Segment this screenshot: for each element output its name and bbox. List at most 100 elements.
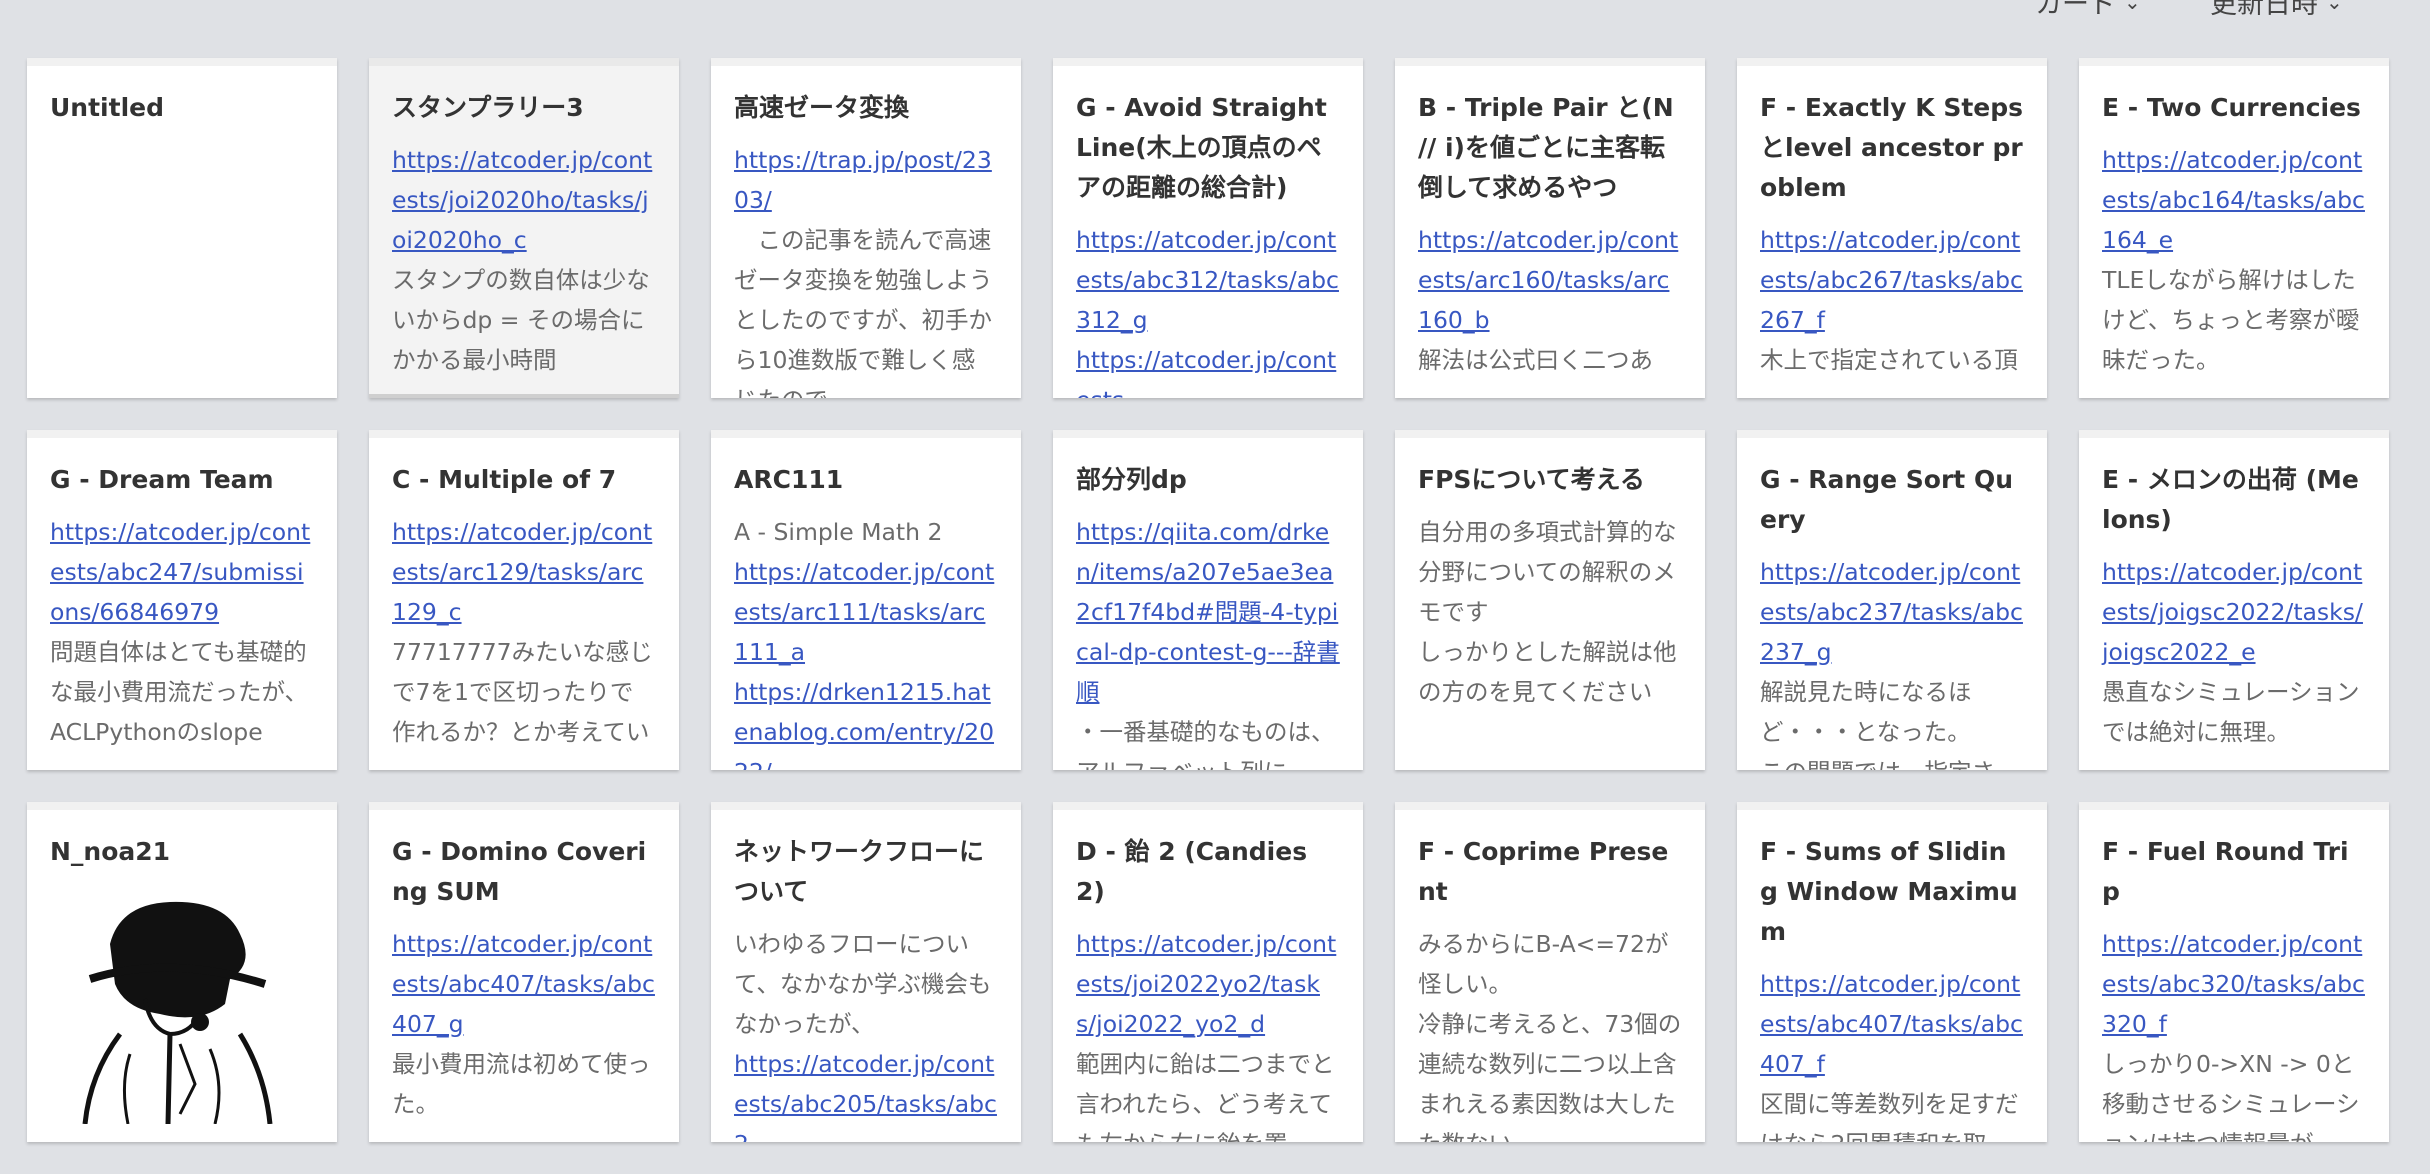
card-text: 木上で指定されている頂 bbox=[1760, 346, 2018, 374]
note-card[interactable]: E - メロンの出荷 (Melons) https://atcoder.jp/co… bbox=[2079, 430, 2389, 770]
card-paragraph: https://atcoder.jp/contests/abc312/tasks… bbox=[1076, 220, 1340, 340]
note-card[interactable]: E - Two Currencies https://atcoder.jp/con… bbox=[2079, 58, 2389, 398]
card-link[interactable]: https://atcoder.jp/contests/abc320/tasks… bbox=[2102, 930, 2365, 1038]
card-text: みるからにB-A<=72が怪しい。 bbox=[1418, 930, 1669, 998]
card-paragraph: https://trap.jp/post/2303/ bbox=[734, 140, 998, 220]
note-card[interactable]: F - Sums of Sliding Window Maximum https:… bbox=[1737, 802, 2047, 1142]
card-body: 自分用の多項式計算的な分野についての解釈のメモですしっかりとした解説は他の方のを… bbox=[1418, 512, 1682, 712]
card-title: G - Dream Team bbox=[50, 465, 274, 494]
card-text: 自分用の多項式計算的な分野についての解釈のメモです bbox=[1418, 518, 1677, 626]
note-card[interactable]: G - Avoid Straight Line(木上の頂点のペアの距離の総合計)… bbox=[1053, 58, 1363, 398]
note-card[interactable]: ARC111 A - Simple Math 2 https://atcoder.j… bbox=[711, 430, 1021, 770]
card-title: F - Sums of Sliding Window Maximum bbox=[1760, 837, 2018, 946]
avatar-sketch bbox=[82, 901, 273, 1125]
sort-label: 更新日時 bbox=[2210, 0, 2318, 20]
card-title: G - Range Sort Query bbox=[1760, 465, 2013, 534]
card-paragraph: https://atcoder.jp/contests/abc407/tasks… bbox=[1760, 964, 2024, 1084]
card-link[interactable]: https://atcoder.jp/contests/joigsc2022/t… bbox=[2102, 558, 2363, 666]
card-title: FPSについて考える bbox=[1418, 465, 1645, 494]
card-paragraph: https://atcoder.jp/contests/joi2022yo2/t… bbox=[1076, 924, 1340, 1044]
note-card[interactable]: FPSについて考える自分用の多項式計算的な分野についての解釈のメモですしっかりと… bbox=[1395, 430, 1705, 770]
card-paragraph: https://atcoder.jp/contests/arc111/tasks… bbox=[734, 552, 998, 672]
card-link[interactable]: https://atcoder.jp/contests/abc164/tasks… bbox=[2102, 146, 2365, 254]
card-title: F - Exactly K Stepsとlevel ancestor probl… bbox=[1760, 93, 2024, 202]
card-grid: Untitled スタンプラリー3 https://atcoder.jp/conte… bbox=[27, 58, 2407, 1174]
card-text: 解説見た時になるほど・・・となった。 bbox=[1760, 678, 1972, 746]
view-mode-dropdown[interactable]: カード ⌄ bbox=[2035, 0, 2141, 21]
note-card[interactable]: G - Domino Covering SUM https://atcoder.j… bbox=[369, 802, 679, 1142]
card-text: 範囲内に飴は二つまでと言われたら、どう考えても左から右に飴を置 bbox=[1076, 1050, 1335, 1142]
card-link[interactable]: https://atcoder.jp/contests/abc237/tasks… bbox=[1760, 558, 2023, 666]
card-paragraph: https://atcoder.jp/contests/joigsc2022/t… bbox=[2102, 552, 2366, 672]
chevron-down-icon: ⌄ bbox=[2124, 0, 2141, 14]
note-card[interactable]: D - 飴 2 (Candies 2) https://atcoder.jp/co… bbox=[1053, 802, 1363, 1142]
card-link[interactable]: https://atcoder.jp/contests/joi2020ho/ta… bbox=[392, 146, 652, 254]
card-paragraph: https://atcoder.jp/contests/abc205/tasks… bbox=[734, 1044, 998, 1142]
card-text: この問題では、指定さ bbox=[1760, 752, 2024, 770]
card-body: https://atcoder.jp/contests/abc164/tasks… bbox=[2102, 140, 2366, 380]
card-link[interactable]: https://atcoder.jp/contests/abc267/tasks… bbox=[1760, 226, 2023, 334]
note-card[interactable]: F - Coprime Present みるからにB-A<=72が怪しい。 冷静に考… bbox=[1395, 802, 1705, 1142]
sort-dropdown[interactable]: 更新日時 ⌄ bbox=[2210, 0, 2343, 21]
card-text: スタンプの数自体は少ないからdp = その場合にかかる最小時間 bbox=[392, 266, 650, 374]
card-title: スタンプラリー3 bbox=[392, 93, 584, 122]
card-title: G - Avoid Straight Line(木上の頂点のペアの距離の総合計) bbox=[1076, 93, 1327, 202]
card-body: https://atcoder.jp/contests/abc267/tasks… bbox=[1760, 220, 2024, 380]
note-card[interactable]: N_noa21 bbox=[27, 802, 337, 1142]
note-card[interactable]: 部分列dp https://qiita.com/drken/items/a207e… bbox=[1053, 430, 1363, 770]
card-title: G - Domino Covering SUM bbox=[392, 837, 647, 906]
card-row: N_noa21 G - Domino Covering SUM https://at… bbox=[27, 802, 2407, 1142]
card-text: 最小費用流は初めて使った。 bbox=[392, 1050, 651, 1118]
card-link[interactable]: https://atcoder.jp/contests/arc129/tasks… bbox=[392, 518, 652, 626]
card-link[interactable]: https://trap.jp/post/2303/ bbox=[734, 146, 992, 214]
card-body: https://atcoder.jp/contests/abc407/tasks… bbox=[392, 924, 656, 1124]
card-body: https://atcoder.jp/contests/arc160/tasks… bbox=[1418, 220, 1682, 380]
card-link[interactable]: https://atcoder.jp/contests/abc247/submi… bbox=[50, 518, 310, 626]
note-card[interactable]: F - Fuel Round Trip https://atcoder.jp/co… bbox=[2079, 802, 2389, 1142]
card-link[interactable]: https://atcoder.jp/contests/abc312/tasks… bbox=[1076, 226, 1339, 334]
card-link[interactable]: https://atcoder.jp/contests/joi2022yo2/t… bbox=[1076, 930, 1336, 1038]
card-title: N_noa21 bbox=[50, 837, 171, 866]
card-link[interactable]: https://drken1215.hatenablog.com/entry/2… bbox=[734, 678, 994, 770]
card-text: 解法は公式曰く二つあ bbox=[1418, 346, 1653, 374]
card-link[interactable]: https://qiita.com/drken/items/a207e5ae3e… bbox=[1076, 518, 1340, 706]
card-paragraph: https://atcoder.jp/contests bbox=[1076, 340, 1340, 398]
card-link[interactable]: https://atcoder.jp/contests/abc205/tasks… bbox=[734, 1050, 997, 1142]
note-card[interactable]: C - Multiple of 7 https://atcoder.jp/cont… bbox=[369, 430, 679, 770]
card-body: https://atcoder.jp/contests/joigsc2022/t… bbox=[2102, 552, 2366, 752]
card-title: ネットワークフローについて bbox=[734, 837, 985, 906]
note-card[interactable]: G - Dream Team https://atcoder.jp/contest… bbox=[27, 430, 337, 770]
card-title: Untitled bbox=[50, 93, 164, 122]
card-body: みるからにB-A<=72が怪しい。 冷静に考えると、73個の連続な数列に二つ以上含… bbox=[1418, 924, 1682, 1142]
card-text: TLEしながら解けはしたけど、ちょっと考察が曖昧だった。 bbox=[2102, 266, 2360, 374]
card-link[interactable]: https://atcoder.jp/contests/abc407/tasks… bbox=[392, 930, 655, 1038]
card-text: ・一番基礎的なものは、アルファベット列に bbox=[1076, 718, 1335, 770]
note-card[interactable]: G - Range Sort Query https://atcoder.jp/c… bbox=[1737, 430, 2047, 770]
note-card[interactable]: 高速ゼータ変換 https://trap.jp/post/2303/ この記事を読… bbox=[711, 58, 1021, 398]
card-text: 区間に等差数列を足すだけなら2回累積和を取 bbox=[1760, 1090, 2019, 1142]
card-row: G - Dream Team https://atcoder.jp/contest… bbox=[27, 430, 2407, 770]
card-body: https://atcoder.jp/contests/joi2020ho/ta… bbox=[392, 140, 656, 380]
note-card[interactable]: ネットワークフローについていわゆるフローについて、なかなか学ぶ機会もなかったが、… bbox=[711, 802, 1021, 1142]
card-paragraph: https://atcoder.jp/contests/joi2020ho/ta… bbox=[392, 140, 656, 260]
card-paragraph: https://qiita.com/drken/items/a207e5ae3e… bbox=[1076, 512, 1340, 712]
card-paragraph: https://atcoder.jp/contests/abc407/tasks… bbox=[392, 924, 656, 1044]
card-body: A - Simple Math 2 https://atcoder.jp/cont… bbox=[734, 512, 998, 770]
card-paragraph: https://atcoder.jp/contests/arc160/tasks… bbox=[1418, 220, 1682, 340]
card-paragraph: https://atcoder.jp/contests/arc129/tasks… bbox=[392, 512, 656, 632]
note-card[interactable]: F - Exactly K Stepsとlevel ancestor probl… bbox=[1737, 58, 2047, 398]
card-link[interactable]: https://atcoder.jp/contests bbox=[1076, 346, 1336, 398]
note-card[interactable]: スタンプラリー3 https://atcoder.jp/contests/joi2… bbox=[369, 58, 679, 398]
card-text: しっかりとした解説は他の方のを見てください bbox=[1418, 638, 1677, 706]
note-card[interactable]: Untitled bbox=[27, 58, 337, 398]
card-link[interactable]: https://atcoder.jp/contests/arc111/tasks… bbox=[734, 558, 994, 666]
card-link[interactable]: https://atcoder.jp/contests/abc407/tasks… bbox=[1760, 970, 2023, 1078]
card-paragraph: https://atcoder.jp/contests/abc164/tasks… bbox=[2102, 140, 2366, 260]
card-title: D - 飴 2 (Candies 2) bbox=[1076, 837, 1308, 906]
card-link[interactable]: https://atcoder.jp/contests/arc160/tasks… bbox=[1418, 226, 1678, 334]
note-card[interactable]: B - Triple Pair と(N // i)を値ごとに主客転倒して求めるや… bbox=[1395, 58, 1705, 398]
card-text: しっかり0->XN -> 0と移動させるシミュレーションは持つ情報量が bbox=[2102, 1050, 2360, 1142]
card-body: https://atcoder.jp/contests/arc129/tasks… bbox=[392, 512, 656, 752]
card-text: いわゆるフローについて、なかなか学ぶ機会もなかったが、 bbox=[734, 930, 992, 1038]
card-title: 高速ゼータ変換 bbox=[734, 93, 910, 122]
